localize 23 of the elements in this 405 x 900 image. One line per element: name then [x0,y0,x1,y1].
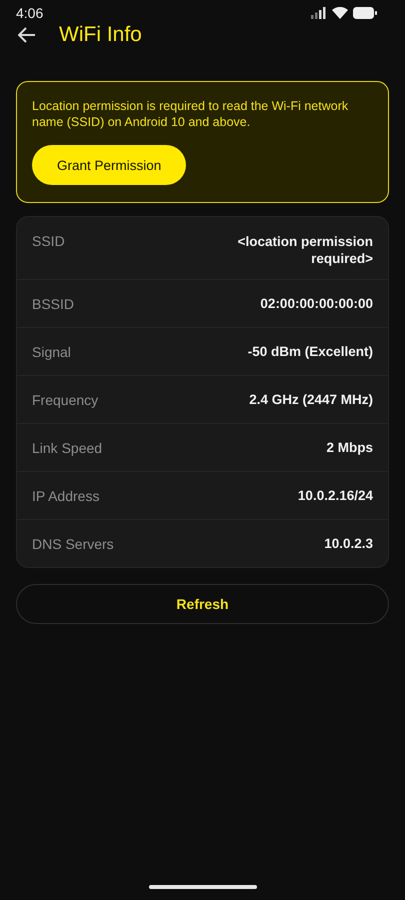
info-label: DNS Servers [32,536,114,552]
back-arrow-icon[interactable] [18,27,36,43]
refresh-button[interactable]: Refresh [16,584,389,624]
info-value: <location permission required> [236,233,373,267]
screen-title: WiFi Info [59,23,142,47]
info-label: Link Speed [32,440,102,456]
info-value: 10.0.2.3 [324,535,373,552]
info-value: 10.0.2.16/24 [298,487,373,504]
info-label: SSID [32,233,65,249]
info-value: 02:00:00:00:00:00 [260,295,373,312]
info-label: Signal [32,344,71,360]
info-label: BSSID [32,296,74,312]
info-label: IP Address [32,488,100,504]
grant-permission-button[interactable]: Grant Permission [32,145,186,185]
status-time: 4:06 [16,5,44,21]
battery-icon [353,7,377,19]
info-value: 2 Mbps [326,439,373,456]
info-value: -50 dBm (Excellent) [248,343,373,360]
info-value: 2.4 GHz (2447 MHz) [249,391,373,408]
info-label: Frequency [32,392,98,408]
wifi-icon [332,7,348,19]
permission-message: Location permission is required to read the Wi-Fi network name (SSID) on Android 10 and above. [32,98,350,130]
signal-icon [311,7,327,19]
